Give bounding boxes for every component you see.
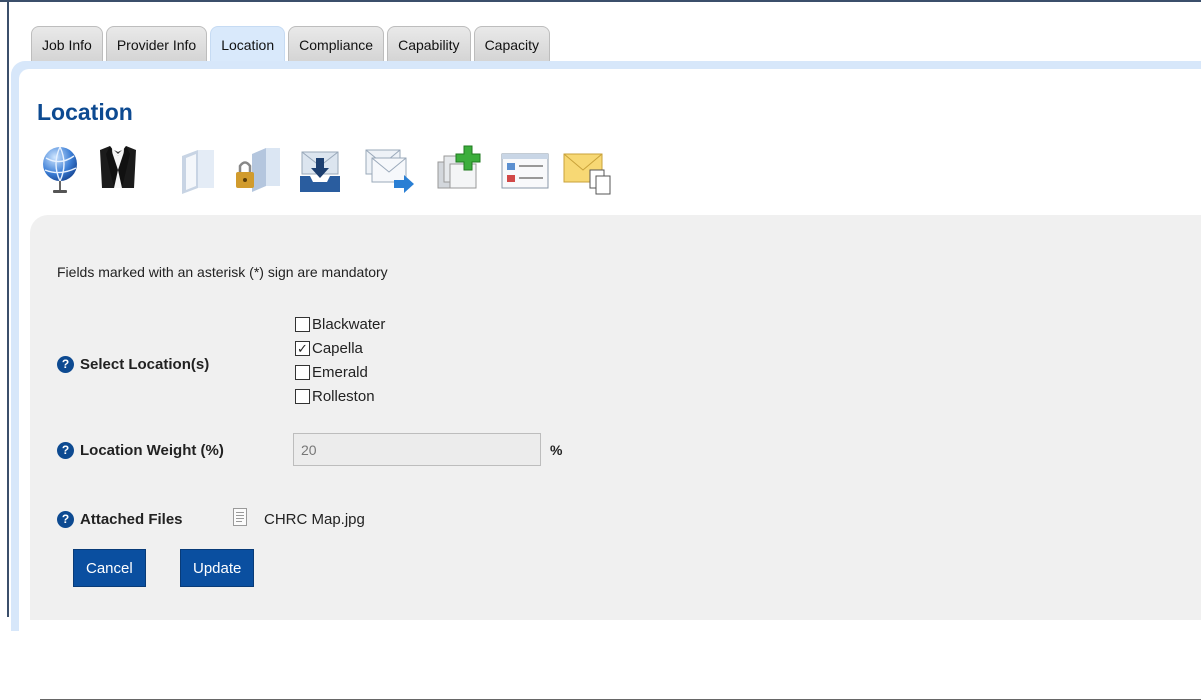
window-frame-top — [0, 0, 1201, 2]
cancel-button[interactable]: Cancel — [73, 549, 146, 587]
location-option-label: Emerald — [312, 363, 368, 381]
location-option-rolleston[interactable]: Rolleston — [295, 384, 385, 408]
checkbox-emerald[interactable] — [295, 364, 310, 380]
location-weight-input[interactable] — [293, 433, 541, 466]
mail-forward-icon[interactable] — [364, 140, 414, 200]
tab-bar: Job Info Provider Info Location Complian… — [31, 26, 553, 62]
tab-capability[interactable]: Capability — [387, 26, 471, 62]
window-frame-left — [7, 2, 9, 617]
location-option-emerald[interactable]: Emerald — [295, 360, 385, 384]
location-option-label: Blackwater — [312, 315, 386, 333]
tab-capacity[interactable]: Capacity — [473, 26, 551, 62]
location-option-label: Capella — [312, 339, 363, 357]
attached-files-label: Attached Files — [80, 511, 183, 528]
location-option-blackwater[interactable]: Blackwater — [295, 312, 385, 336]
help-icon[interactable]: ? — [57, 511, 74, 528]
location-option-capella[interactable]: ✓ Capella — [295, 336, 385, 360]
location-option-label: Rolleston — [312, 387, 375, 405]
attached-file-link[interactable]: CHRC Map.jpg — [264, 511, 365, 528]
location-weight-label-row: ? Location Weight (%) — [57, 442, 224, 459]
help-icon[interactable]: ? — [57, 442, 74, 459]
page-title: Location — [37, 99, 133, 125]
checkbox-rolleston[interactable] — [295, 388, 310, 404]
tab-job-info[interactable]: Job Info — [31, 26, 103, 62]
select-location-label: Select Location(s) — [80, 356, 210, 373]
update-button[interactable]: Update — [180, 549, 255, 587]
folder-icon[interactable] — [176, 140, 226, 200]
document-icon — [233, 508, 247, 529]
tuxedo-icon[interactable] — [94, 140, 144, 200]
percent-unit: % — [550, 442, 563, 458]
help-icon[interactable]: ? — [57, 356, 74, 373]
checkbox-capella[interactable]: ✓ — [295, 340, 310, 356]
form-list-icon[interactable] — [500, 140, 550, 200]
checkbox-blackwater[interactable] — [295, 316, 310, 332]
add-copy-icon[interactable] — [434, 140, 484, 200]
globe-icon[interactable] — [38, 140, 88, 200]
mandatory-note: Fields marked with an asterisk (*) sign … — [57, 264, 388, 280]
location-weight-label: Location Weight (%) — [80, 442, 224, 459]
tab-provider-info[interactable]: Provider Info — [105, 26, 208, 62]
tab-location[interactable]: Location — [210, 26, 286, 62]
location-checkbox-group: Blackwater ✓ Capella Emerald Rolleston — [295, 312, 385, 408]
select-location-label-row: ? Select Location(s) — [57, 356, 209, 373]
attached-files-label-row: ? Attached Files — [57, 511, 183, 528]
tab-compliance[interactable]: Compliance — [288, 26, 385, 62]
folder-lock-icon[interactable] — [234, 140, 284, 200]
inbox-download-icon[interactable] — [296, 140, 346, 200]
mail-copy-icon[interactable] — [562, 140, 612, 200]
